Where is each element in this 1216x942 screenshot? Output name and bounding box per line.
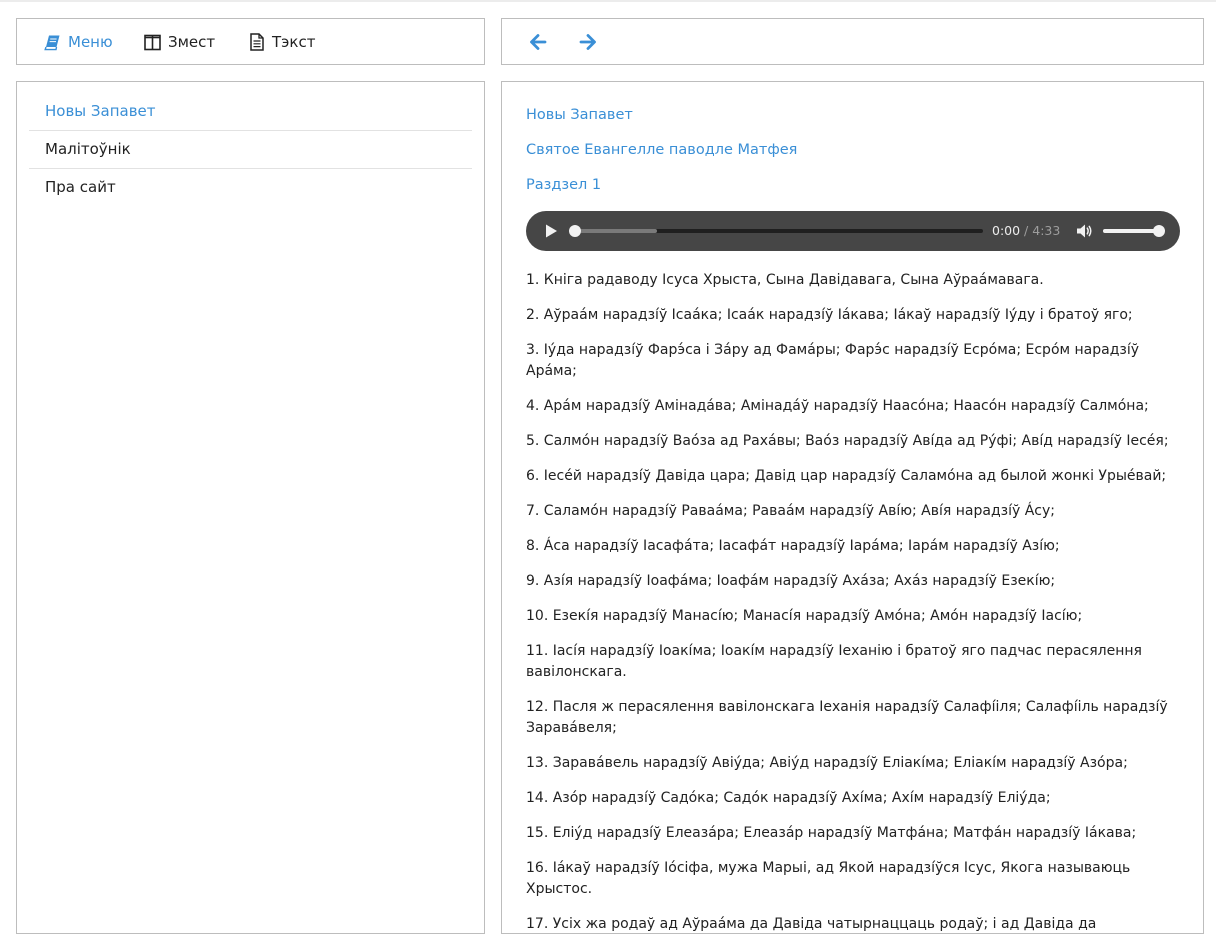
- volume-slider-thumb[interactable]: [1153, 225, 1165, 237]
- verse-8: 8. Áса нарадзíў Іасафáта; Іасафáт нарадз…: [526, 538, 1060, 554]
- arrow-right-icon: [579, 34, 596, 50]
- verse-7: 7. Саламóн нарадзíў Раваáма; Раваáм нара…: [526, 503, 1055, 519]
- verse-13: 13. Заравáвель нарадзíў Авіýда; Авіýд на…: [526, 755, 1128, 771]
- sidebar-list: Новы Запавет Малітоўнік Пра сайт: [29, 93, 472, 207]
- verse-16: 16. Іáкаў нарадзíў Іóсіфа, мужа Марыі, а…: [526, 860, 1131, 897]
- volume-slider[interactable]: [1103, 225, 1165, 237]
- top-rule: [0, 0, 1216, 2]
- audio-player: 0:00 / 4:33: [526, 211, 1180, 251]
- arrow-left-icon: [530, 34, 547, 50]
- sidebar-item-prayer-book[interactable]: Малітоўнік: [29, 131, 472, 169]
- audio-duration: 4:33: [1032, 223, 1061, 238]
- forward-button[interactable]: [576, 31, 600, 53]
- back-button[interactable]: [526, 31, 550, 53]
- verse-2: 2. Аўраáм нарадзíў Ісаáка; Ісаáк нарадзí…: [526, 307, 1133, 323]
- menu-button[interactable]: Меню: [44, 31, 113, 53]
- play-icon[interactable]: [544, 224, 558, 238]
- verse-list: 1. Кніга радаводу Ісуса Хрыста, Сына Дав…: [526, 270, 1182, 933]
- breadcrumb-new-testament[interactable]: Новы Запавет: [526, 107, 633, 123]
- volume-icon[interactable]: [1075, 222, 1093, 240]
- sidebar-item-new-testament[interactable]: Новы Запавет: [29, 93, 472, 131]
- audio-current-time: 0:00: [992, 223, 1021, 238]
- book-icon: [44, 35, 60, 50]
- verse-4: 4. Арáм нарадзíў Амінадáва; Амінадáў нар…: [526, 398, 1149, 414]
- contents-button[interactable]: Змест: [144, 31, 215, 53]
- contents-button-label: Змест: [168, 33, 216, 51]
- breadcrumb-chapter[interactable]: Раздзел 1: [526, 177, 601, 193]
- audio-time-separator: /: [1020, 223, 1033, 238]
- content-panel: Новы Запавет Святое Евангелле паводле Ма…: [501, 81, 1204, 934]
- audio-seek-bar[interactable]: [569, 225, 983, 237]
- verse-10: 10. Езекíя нарадзíў Манасíю; Манасíя нар…: [526, 608, 1083, 624]
- sidebar-item-about-site[interactable]: Пра сайт: [29, 169, 472, 207]
- columns-icon: [144, 34, 161, 50]
- verse-6: 6. Іесéй нарадзíў Давіда цара; Давід цар…: [526, 468, 1167, 484]
- verse-15: 15. Еліýд нарадзíў Елеазáра; Елеазáр нар…: [526, 825, 1137, 841]
- text-button[interactable]: Тэкст: [249, 31, 315, 53]
- verse-11: 11. Іасíя нарадзíў Іоакíма; Іоакíм нарад…: [526, 643, 1142, 680]
- menu-bar: Меню Змест Тэкст: [16, 18, 485, 65]
- volume-level-fill: [1103, 229, 1159, 233]
- audio-buffered-range: [575, 229, 657, 233]
- text-button-label: Тэкст: [272, 33, 316, 51]
- sidebar: Новы Запавет Малітоўнік Пра сайт: [16, 81, 485, 934]
- verse-12: 12. Пасля ж перасялення вавілонскага Іех…: [526, 699, 1168, 736]
- breadcrumb-gospel-of-matthew[interactable]: Святое Евангелле паводле Матфея: [526, 142, 797, 158]
- audio-time-display: 0:00 / 4:33: [992, 223, 1060, 238]
- verse-3: 3. Іýда нарадзíў Фарэ́са і Зáру ад Фамáр…: [526, 342, 1140, 379]
- document-icon: [250, 33, 264, 51]
- menu-button-label: Меню: [68, 33, 113, 51]
- verse-1: 1. Кніга радаводу Ісуса Хрыста, Сына Дав…: [526, 272, 1044, 288]
- verse-14: 14. Азóр нарадзíў Садóка; Садóк нарадзíў…: [526, 790, 1051, 806]
- verse-9: 9. Азíя нарадзíў Іоафáма; Іоафáм нарадзí…: [526, 573, 1056, 589]
- verse-17: 17. Усіх жа родаў ад Аўраáма да Давіда ч…: [526, 916, 1097, 932]
- navigation-bar: [501, 18, 1204, 65]
- verse-5: 5. Салмóн нарадзíў Ваóза ад Рахáвы; Ваóз…: [526, 433, 1169, 449]
- audio-seek-thumb[interactable]: [569, 225, 581, 237]
